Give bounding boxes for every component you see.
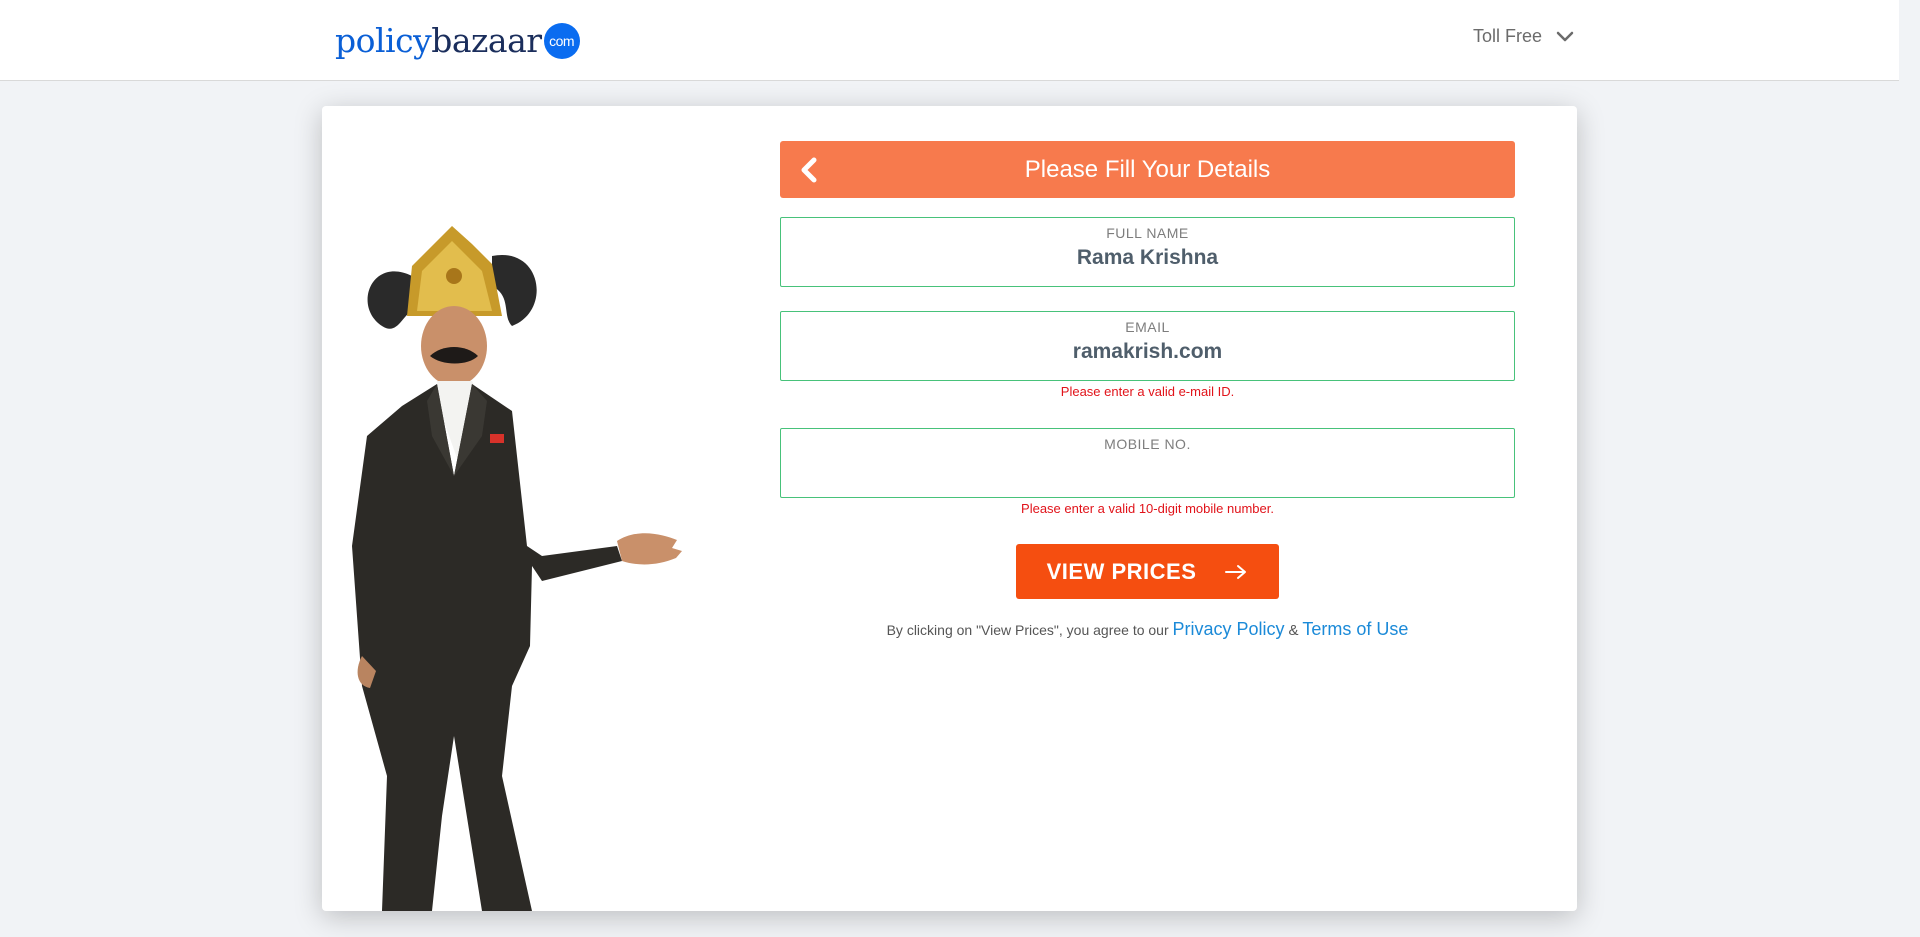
logo-bazaar-text: bazaar <box>431 20 542 60</box>
full-name-field[interactable]: FULL NAME <box>780 217 1515 287</box>
logo-policy-text: policy <box>335 20 432 60</box>
form-title: Please Fill Your Details <box>1024 155 1271 183</box>
mobile-field[interactable]: MOBILE NO. <box>780 428 1515 498</box>
email-field[interactable]: EMAIL <box>780 311 1515 381</box>
view-prices-button[interactable]: VIEW PRICES <box>1016 544 1279 599</box>
mobile-label: MOBILE NO. <box>1104 436 1191 452</box>
arrow-right-icon <box>1225 564 1247 579</box>
details-form: Please Fill Your Details FULL NAME EMAIL… <box>780 141 1515 640</box>
email-label: EMAIL <box>1125 319 1170 335</box>
ampersand: & <box>1288 622 1299 639</box>
agreement-prefix: By clicking on "View Prices", you agree … <box>886 622 1169 638</box>
top-header: policy bazaar com Toll Free <box>0 0 1899 81</box>
view-prices-label: VIEW PRICES <box>1046 558 1197 584</box>
email-input[interactable] <box>781 340 1514 364</box>
chevron-down-icon <box>1556 31 1574 41</box>
form-header-bar: Please Fill Your Details <box>780 141 1515 198</box>
logo-com-badge: com <box>543 23 580 59</box>
full-name-input[interactable] <box>781 246 1514 270</box>
email-error-message: Please enter a valid e-mail ID. <box>1060 384 1235 399</box>
back-button[interactable] <box>794 155 824 185</box>
toll-free-label: Toll Free <box>1473 26 1543 46</box>
policybazaar-logo[interactable]: policy bazaar com <box>335 20 580 60</box>
toll-free-dropdown[interactable]: Toll Free <box>1473 26 1574 47</box>
full-name-label: FULL NAME <box>1106 225 1189 241</box>
mobile-input[interactable] <box>781 457 1514 481</box>
mobile-error-message: Please enter a valid 10-digit mobile num… <box>1021 501 1274 516</box>
mascot-image <box>352 226 682 911</box>
privacy-policy-link[interactable]: Privacy Policy <box>1173 619 1285 639</box>
chevron-left-icon <box>801 157 817 183</box>
agreement-text: By clicking on "View Prices", you agree … <box>780 619 1515 640</box>
details-card: Please Fill Your Details FULL NAME EMAIL… <box>322 106 1577 911</box>
terms-of-use-link[interactable]: Terms of Use <box>1302 619 1408 639</box>
